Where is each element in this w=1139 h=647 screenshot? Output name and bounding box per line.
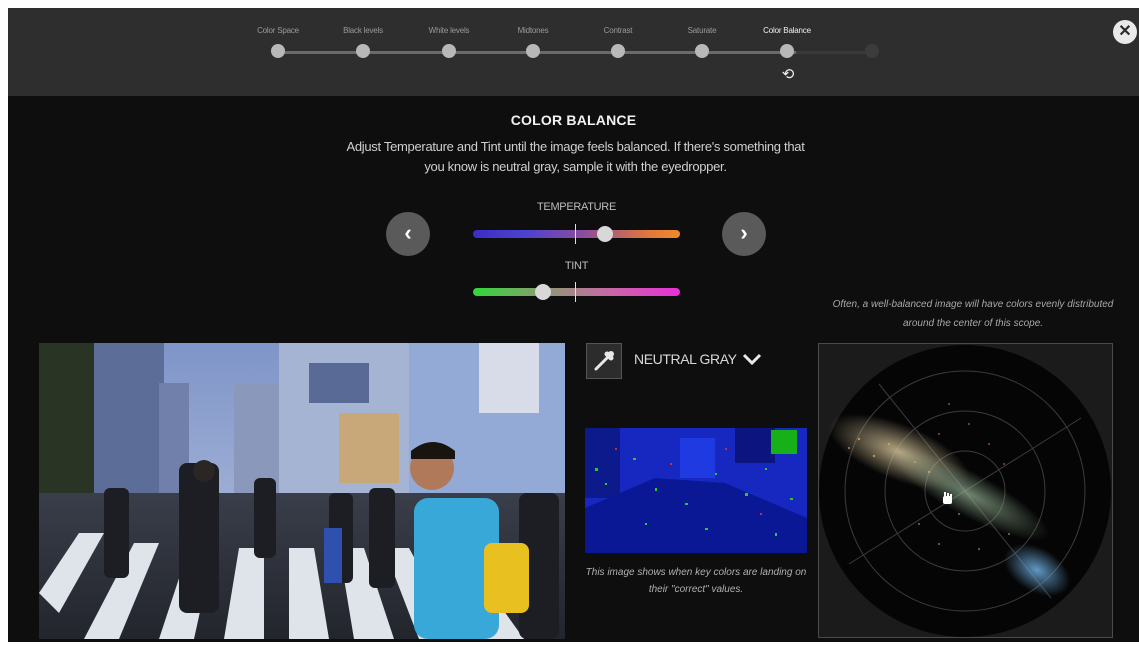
undo-icon[interactable]: ⟲ xyxy=(780,67,796,83)
preview-image xyxy=(39,343,565,639)
step-label: Color Balance xyxy=(763,26,811,35)
street-crossing-photo xyxy=(39,343,565,639)
step-dot xyxy=(695,44,709,58)
temperature-slider[interactable] xyxy=(473,224,680,244)
step-label: Saturate xyxy=(687,26,717,35)
tint-label: TINT xyxy=(564,260,589,272)
page-title: COLOR BALANCE xyxy=(510,112,637,128)
color-balance-window: Color Space Black levels White levels Mi… xyxy=(8,8,1139,642)
tint-slider[interactable] xyxy=(473,282,680,302)
center-tick xyxy=(575,224,576,244)
step-label: Midtones xyxy=(517,26,549,35)
step-white-levels[interactable]: White levels xyxy=(404,26,494,58)
tint-thumb[interactable] xyxy=(535,284,552,300)
temperature-label: TEMPERATURE xyxy=(536,201,616,213)
step-color-space[interactable]: Color Space xyxy=(233,26,323,58)
close-icon[interactable]: ✕ xyxy=(1113,20,1137,44)
step-dot xyxy=(442,44,456,58)
page-description: Adjust Temperature and Tint until the im… xyxy=(346,139,805,174)
step-dot-end xyxy=(865,44,879,58)
step-label: Contrast xyxy=(603,26,633,35)
eyedropper-icon xyxy=(594,351,614,371)
step-progress-bar: Color Space Black levels White levels Mi… xyxy=(8,8,1139,96)
step-dot xyxy=(356,44,370,58)
step-label: Color Space xyxy=(257,26,299,35)
chevron-down-icon[interactable] xyxy=(741,351,763,367)
step-color-balance[interactable]: Color Balance xyxy=(742,26,832,58)
step-dot xyxy=(780,44,794,58)
chevron-right-icon[interactable]: › xyxy=(722,212,766,256)
step-label: White levels xyxy=(428,26,470,35)
false-color-image xyxy=(585,428,807,553)
scope-note: Often, a well-balanced image will have c… xyxy=(832,299,1114,329)
vectorscope xyxy=(818,343,1113,638)
eyedropper-button[interactable] xyxy=(586,343,622,379)
temperature-thumb[interactable] xyxy=(597,226,614,242)
step-contrast[interactable]: Contrast xyxy=(573,26,663,58)
false-color-caption: This image shows when key colors are lan… xyxy=(585,567,807,595)
step-dot xyxy=(271,44,285,58)
step-saturate[interactable]: Saturate xyxy=(657,26,747,58)
chevron-left-icon[interactable]: ‹ xyxy=(386,212,430,256)
step-dot xyxy=(611,44,625,58)
step-final xyxy=(827,26,917,58)
step-label: Black levels xyxy=(343,26,383,35)
step-midtones[interactable]: Midtones xyxy=(488,26,578,58)
neutral-gray-label: NEUTRAL GRAY xyxy=(634,351,737,367)
step-dot xyxy=(526,44,540,58)
step-black-levels[interactable]: Black levels xyxy=(318,26,408,58)
center-tick xyxy=(575,282,576,302)
